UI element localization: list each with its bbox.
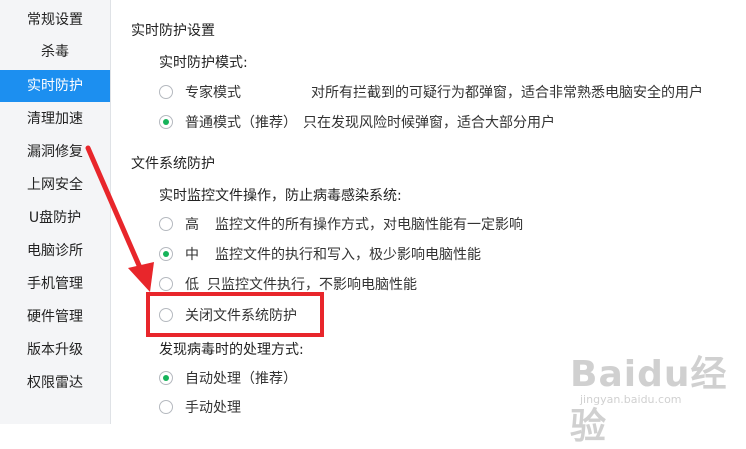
baidu-jingyan-watermark: Baidu经验 jingyan.baidu.com xyxy=(570,345,740,447)
watermark-url: jingyan.baidu.com xyxy=(580,393,682,406)
